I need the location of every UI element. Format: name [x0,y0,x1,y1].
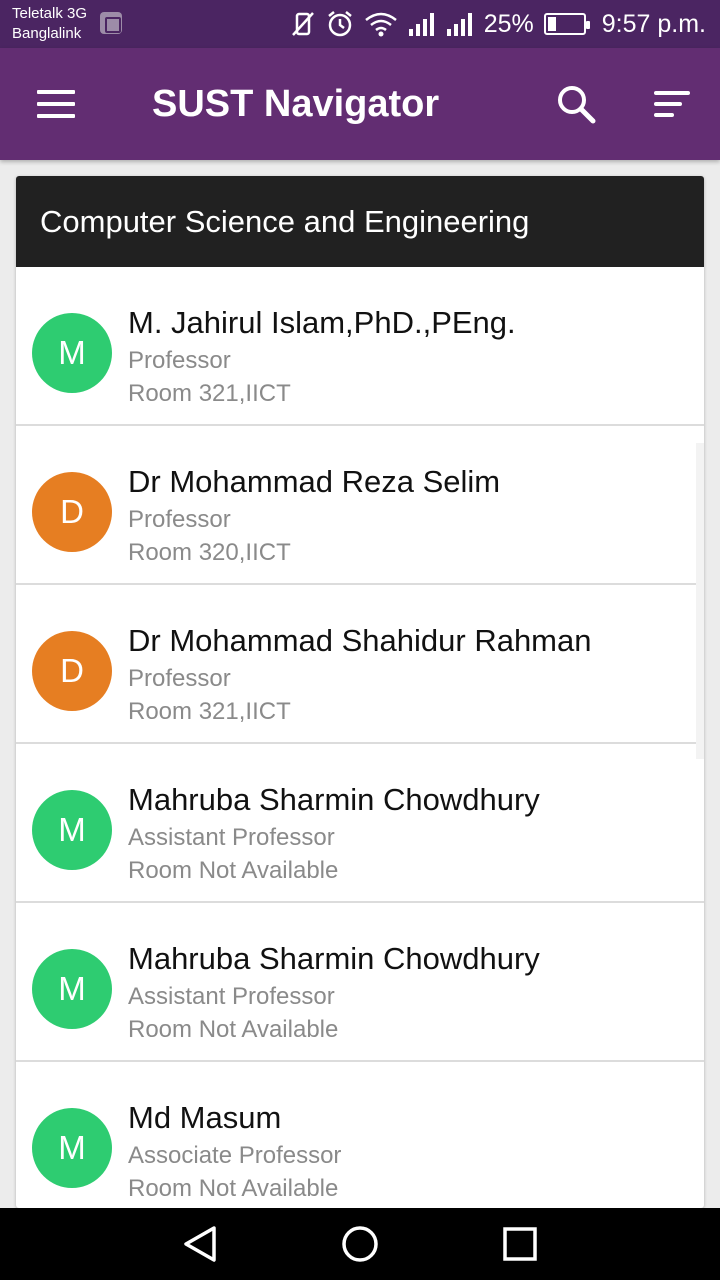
faculty-name: Md Masum [128,1100,282,1135]
faculty-list-item[interactable]: D Dr Mohammad Reza Selim Professor Room 320… [16,426,704,585]
faculty-role: Professor [128,347,231,374]
faculty-room: Room Not Available [128,1016,339,1043]
avatar: D [32,472,112,552]
signal-icon [408,13,434,36]
image-icon [100,12,122,34]
carrier-info: Teletalk 3G Banglalink [12,4,122,44]
battery-fill [547,17,557,31]
faculty-list-item[interactable]: M M. Jahirul Islam,PhD.,PEng. Professor Roo… [16,267,704,426]
faculty-role: Assistant Professor [128,983,335,1010]
faculty-list-item[interactable]: M Md Masum Associate Professor Room Not Ava… [16,1062,704,1208]
faculty-role: Associate Professor [128,1142,342,1169]
carrier-1-label: Teletalk 3G [12,5,88,22]
status-icons: 25% 9:57 p.m. [290,8,706,40]
navigation-bar [0,1208,720,1280]
home-icon[interactable] [340,1224,380,1264]
faculty-name: Mahruba Sharmin Chowdhury [128,941,540,976]
faculty-room: Room Not Available [128,1175,339,1202]
app-bar: SUST Navigator [0,48,720,160]
faculty-list: M M. Jahirul Islam,PhD.,PEng. Professor Roo… [16,267,704,1208]
faculty-name: M. Jahirul Islam,PhD.,PEng. [128,305,516,340]
faculty-list-item[interactable]: M Mahruba Sharmin Chowdhury Assistant Prof… [16,744,704,903]
faculty-role: Assistant Professor [128,824,335,851]
vibrate-off-icon [291,12,314,36]
wifi-icon [364,12,397,37]
alarm-icon [327,11,352,37]
faculty-room: Room 320,IICT [128,539,291,566]
battery-percent: 25% [483,9,534,38]
avatar: M [32,949,112,1029]
avatar: M [32,313,112,393]
faculty-room: Room 321,IICT [128,380,291,407]
battery-icon [543,13,590,35]
faculty-name: Dr Mohammad Shahidur Rahman [128,623,592,658]
faculty-list-item[interactable]: M Mahruba Sharmin Chowdhury Assistant Prof… [16,903,704,1062]
avatar: D [32,631,112,711]
signal-icon [446,13,472,36]
faculty-role: Professor [128,665,231,692]
faculty-room: Room Not Available [128,857,339,884]
menu-icon[interactable] [26,78,86,130]
faculty-room: Room 321,IICT [128,698,291,725]
faculty-name: Dr Mohammad Reza Selim [128,464,501,499]
back-icon[interactable] [178,1224,222,1264]
app-title: SUST Navigator [152,83,440,125]
department-title: Computer Science and Engineering [16,176,704,267]
clock: 9:57 p.m. [601,9,706,38]
faculty-name: Mahruba Sharmin Chowdhury [128,782,540,817]
avatar: M [32,790,112,870]
scroll-indicator [696,443,704,759]
status-bar: Teletalk 3G Banglalink 25% 9:57 p.m. [0,0,720,48]
carrier-2-label: Banglalink [12,25,82,42]
department-card: Computer Science and Engineering M M. Jah… [16,176,704,1208]
sort-icon[interactable] [644,78,700,130]
search-icon[interactable] [550,78,602,130]
faculty-role: Professor [128,506,231,533]
recent-apps-icon[interactable] [500,1224,540,1264]
faculty-list-item[interactable]: D Dr Mohammad Shahidur Rahman Professor Roo… [16,585,704,744]
avatar: M [32,1108,112,1188]
